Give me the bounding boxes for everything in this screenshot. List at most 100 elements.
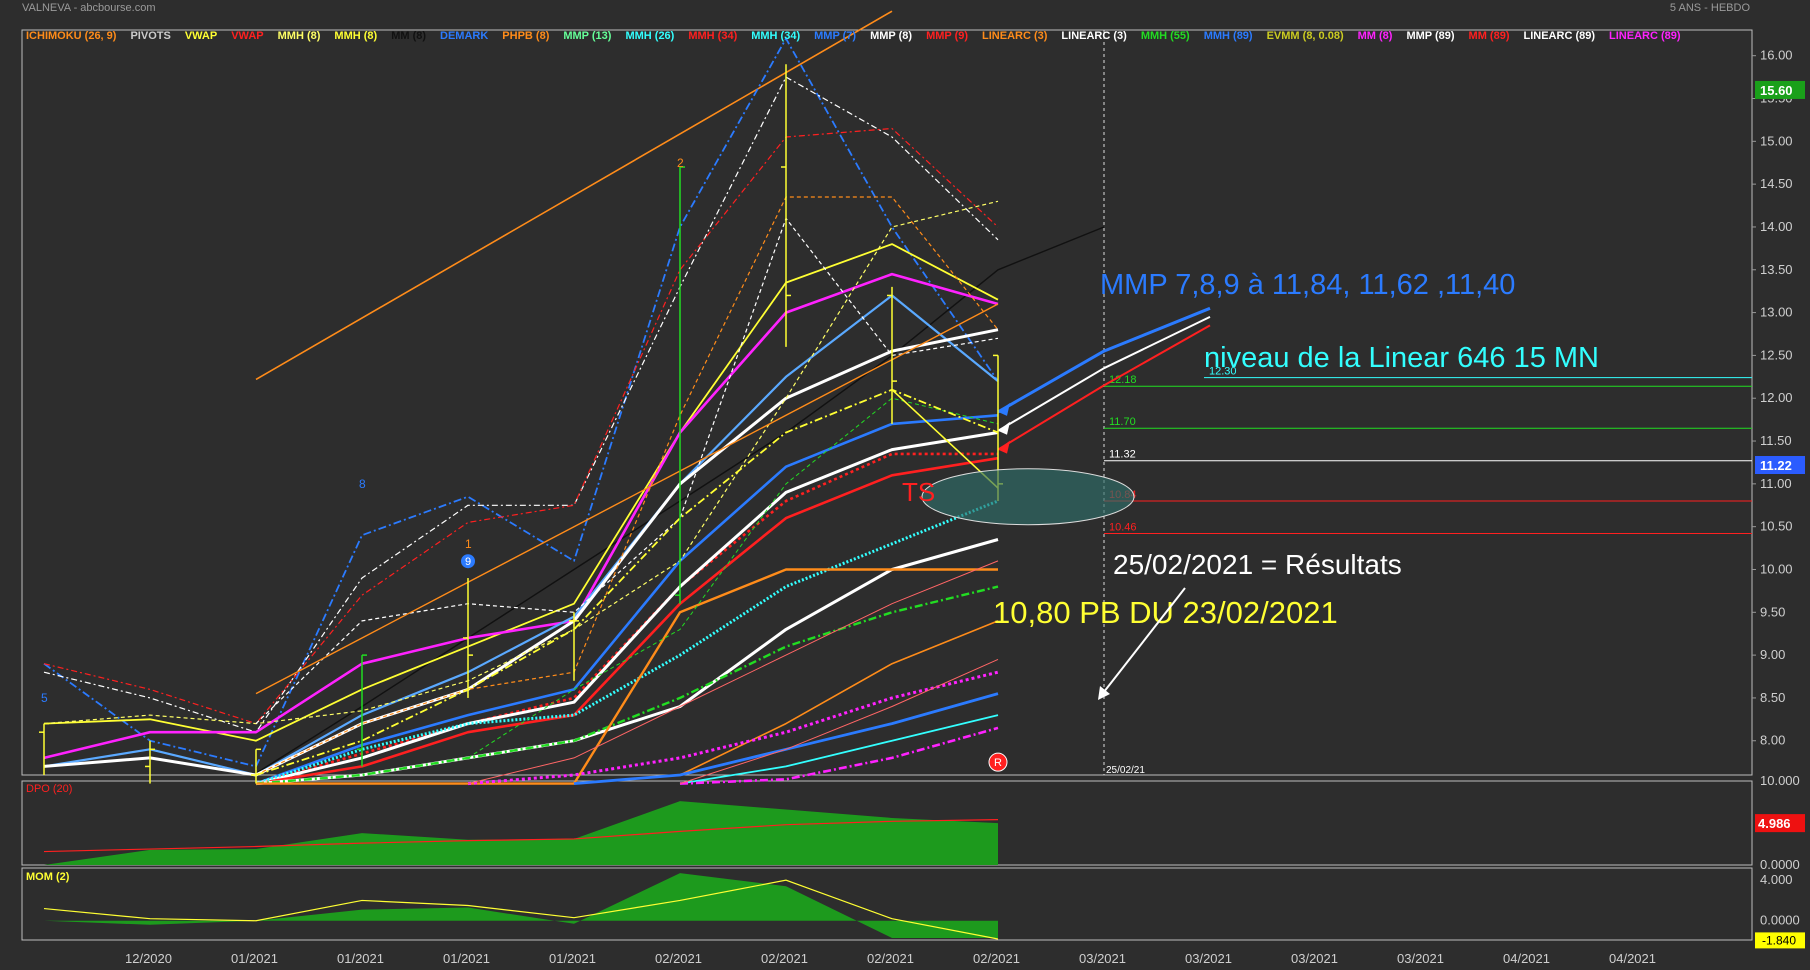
projection-arrowhead [998, 440, 1010, 454]
level-label: 11.32 [1109, 449, 1136, 461]
legend-item[interactable]: MMP (7) [814, 30, 856, 42]
y-tick-label: 8.00 [1760, 733, 1785, 748]
legend-item[interactable]: MMH (34) [688, 30, 737, 42]
x-tick-label: 03/2021 [1079, 951, 1126, 966]
x-tick-label: 03/2021 [1185, 951, 1232, 966]
mom-signal-line [43, 879, 999, 940]
y-tick-label: 11.00 [1760, 476, 1792, 491]
y-tick-label: 9.00 [1760, 647, 1785, 662]
legend-item[interactable]: MMH (26) [625, 30, 674, 42]
r-badge-label: R [994, 757, 1002, 769]
highlight-ellipse [921, 468, 1135, 526]
mom-last-tag-label: -1.840 [1762, 933, 1796, 947]
indicator-line [255, 431, 999, 786]
indicator-line [255, 303, 999, 695]
y-tick-label: 14.50 [1760, 176, 1793, 191]
legend-item[interactable]: MM (8) [391, 30, 426, 42]
legend-item[interactable]: MMH (8) [334, 30, 377, 42]
y-tick-label: 10.00 [1760, 561, 1793, 576]
legend-item[interactable]: LINEARC (3) [982, 30, 1047, 42]
legend-item[interactable]: MMH (55) [1141, 30, 1190, 42]
dpo-last-tag-label: 4.986 [1758, 816, 1791, 831]
y-tick-label: 9.50 [1760, 604, 1785, 619]
pivot-marker-label: 9 [465, 556, 471, 568]
y-tick-label: 13.00 [1760, 305, 1793, 320]
legend-item[interactable]: VWAP [231, 30, 263, 42]
legend-item[interactable]: LINEARC (89) [1524, 30, 1596, 42]
y-tick-label: 15.00 [1760, 133, 1793, 148]
indicator-line [43, 37, 999, 768]
legend-item[interactable]: VWAP [185, 30, 217, 42]
legend-item[interactable]: DEMARK [440, 30, 488, 42]
level-label: 10.46 [1109, 522, 1137, 534]
indicator-line [255, 452, 998, 785]
last-price-tag-label: 11.22 [1760, 458, 1792, 473]
y-tick-label: 14.00 [1760, 219, 1793, 234]
y-tick-label: 12.00 [1760, 390, 1793, 405]
x-tick-label: 04/2021 [1503, 951, 1550, 966]
indicator-line [255, 414, 999, 785]
legend-item[interactable]: MMH (8) [278, 30, 321, 42]
x-tick-label: 01/2021 [337, 951, 384, 966]
dpo-y-tick-label: 0.0000 [1760, 857, 1800, 872]
mom-y-tick-label: 4.000 [1760, 872, 1793, 887]
legend-item[interactable]: MMP (8) [870, 30, 912, 42]
indicator-line [43, 127, 999, 725]
indicator-line [255, 585, 999, 785]
indicator-legend: ICHIMOKU (26, 9) PIVOTS VWAP VWAP MMH (8) MMH… [26, 30, 1786, 46]
x-tick-label: 12/2020 [125, 951, 172, 966]
legend-item[interactable]: MMP (13) [563, 30, 611, 42]
indicator-line [679, 714, 999, 785]
legend-item[interactable]: LINEARC (89) [1609, 30, 1681, 42]
legend-item[interactable]: MM (8) [1358, 30, 1393, 42]
legend-item[interactable]: MM (89) [1469, 30, 1510, 42]
legend-item[interactable]: MMH (89) [1204, 30, 1253, 42]
indicator-line [255, 10, 893, 381]
indicator-line [255, 196, 999, 776]
dpo-y-tick-label: 10.000 [1760, 773, 1800, 788]
x-tick-label: 02/2021 [973, 951, 1020, 966]
indicator-line [43, 328, 999, 777]
dpo-area [44, 801, 998, 865]
x-tick-label: 01/2021 [231, 951, 278, 966]
annotation-linear: niveau de la Linear 646 15 MN [1204, 342, 1599, 374]
legend-item[interactable]: MMP (89) [1406, 30, 1454, 42]
x-tick-label: 03/2021 [1291, 951, 1338, 966]
y-tick-label: 12.50 [1760, 347, 1793, 362]
annotation-results: 25/02/2021 = Résultats [1113, 549, 1402, 580]
mom-y-tick-label: 0.0000 [1760, 913, 1800, 928]
annotation-mmp: MMP 7,8,9 à 11,84, 11,62 ,11,40 [1100, 269, 1515, 301]
legend-item[interactable]: PIVOTS [130, 30, 170, 42]
results-date-label: 25/02/21 [1106, 765, 1145, 776]
legend-item[interactable]: LINEARC (3) [1061, 30, 1126, 42]
x-tick-label: 04/2021 [1609, 951, 1656, 966]
legend-item[interactable]: MMP (9) [926, 30, 968, 42]
x-tick-label: 01/2021 [443, 951, 490, 966]
legend-item[interactable]: EVMM (8, 0.08) [1267, 30, 1344, 42]
y-tick-label: 16.00 [1760, 48, 1793, 63]
indicator-line [679, 658, 999, 785]
indicator-line [573, 692, 999, 785]
x-tick-label: 03/2021 [1397, 951, 1444, 966]
y-tick-label: 8.50 [1760, 690, 1785, 705]
pivot-marker-label: 8 [359, 477, 366, 491]
chart-canvas[interactable]: 16.0015.5015.0014.5014.0013.5013.0012.50… [0, 0, 1810, 970]
pivot-marker-label: 1 [465, 537, 472, 551]
indicator-line [255, 456, 999, 785]
indicator-line [43, 243, 999, 742]
ts-label: TS [902, 477, 935, 507]
legend-item[interactable]: ICHIMOKU (26, 9) [26, 30, 116, 42]
x-tick-label: 02/2021 [655, 951, 702, 966]
x-tick-label: 01/2021 [549, 951, 596, 966]
x-tick-label: 02/2021 [761, 951, 808, 966]
legend-item[interactable]: MMH (34) [751, 30, 800, 42]
main-panel-frame [21, 29, 1753, 776]
level-label: 11.70 [1109, 416, 1136, 428]
y-tick-label: 13.50 [1760, 262, 1793, 277]
green-value-tag-label: 15.60 [1760, 83, 1793, 98]
y-tick-label: 10.50 [1760, 519, 1793, 534]
y-tick-label: 11.50 [1760, 433, 1792, 448]
pivot-marker-label: 2 [677, 156, 684, 170]
legend-item[interactable]: PHPB (8) [502, 30, 549, 42]
mom-title: MOM (2) [26, 871, 70, 883]
